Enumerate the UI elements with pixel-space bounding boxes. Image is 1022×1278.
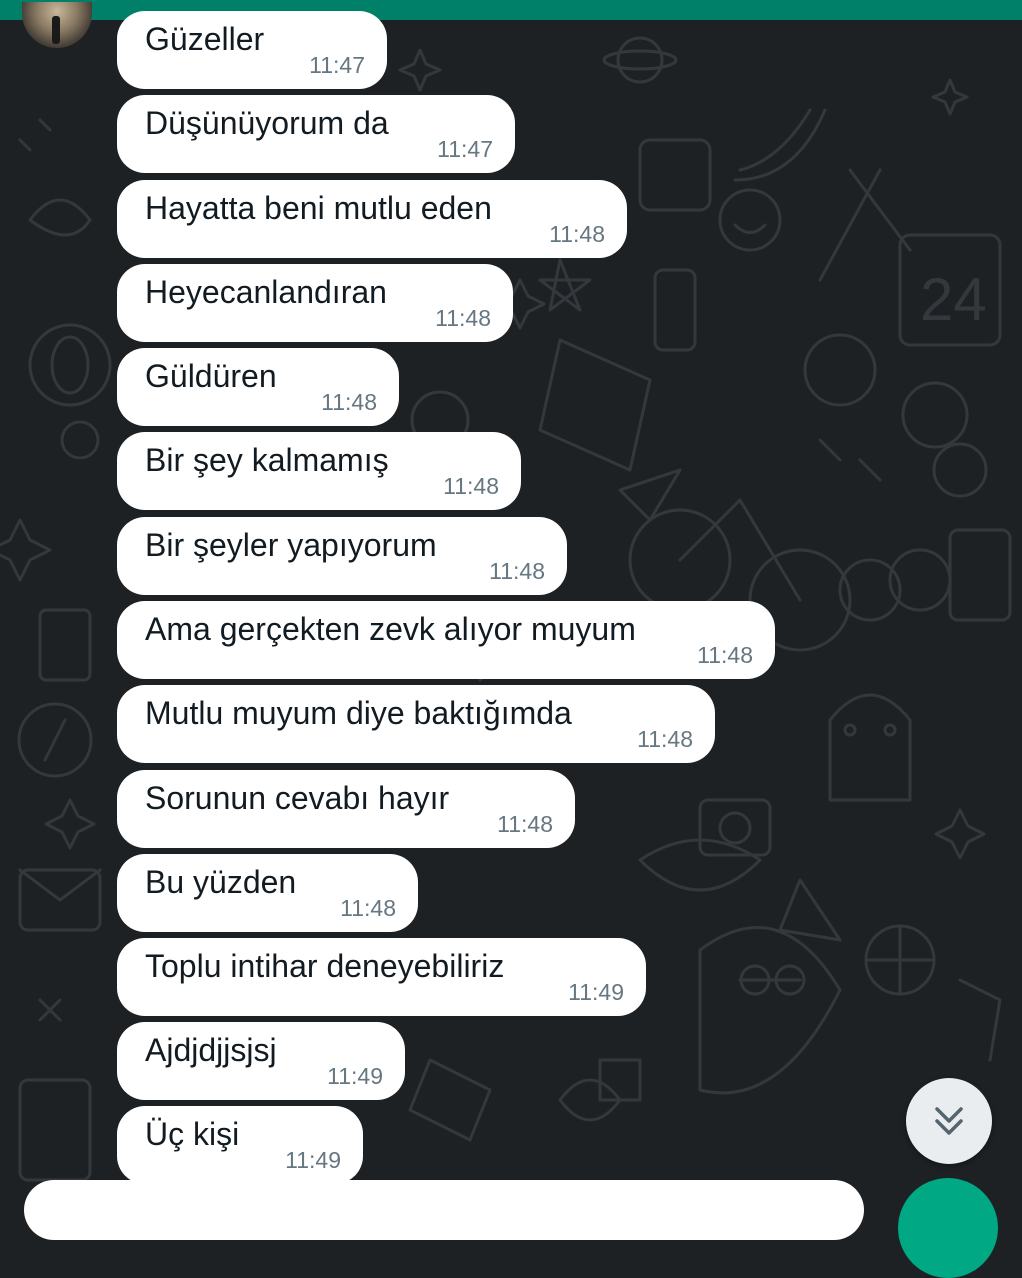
message-input[interactable]	[24, 1180, 864, 1240]
message-bubble[interactable]: Ama gerçekten zevk alıyor muyum 11:48	[117, 601, 775, 679]
message-timestamp: 11:49	[285, 1147, 341, 1173]
message-text: Sorunun cevabı hayır	[145, 780, 450, 816]
send-button[interactable]	[898, 1178, 998, 1278]
message-text: Heyecanlandıran	[145, 274, 387, 310]
message-timestamp: 11:49	[568, 979, 624, 1005]
message-timestamp: 11:48	[340, 895, 396, 921]
message-timestamp: 11:48	[489, 558, 545, 584]
message-bubble[interactable]: Güzeller 11:47	[117, 11, 387, 89]
message-timestamp: 11:48	[435, 305, 491, 331]
message-timestamp: 11:48	[637, 726, 693, 752]
message-text: Bu yüzden	[145, 864, 297, 900]
message-timestamp: 11:48	[549, 221, 605, 247]
message-bubble[interactable]: Ajdjdjjsjsj 11:49	[117, 1022, 405, 1100]
message-text: Güzeller	[145, 21, 265, 57]
message-text: Toplu intihar deneyebiliriz	[145, 948, 505, 984]
message-text: Mutlu muyum diye baktığımda	[145, 695, 572, 731]
message-list: Güzeller 11:47 Düşünüyorum da 11:47 Hayatta …	[0, 0, 1022, 1200]
message-bubble[interactable]: Sorunun cevabı hayır 11:48	[117, 770, 575, 848]
message-timestamp: 11:47	[309, 52, 365, 78]
message-text: Ama gerçekten zevk alıyor muyum	[145, 611, 636, 647]
message-bubble[interactable]: Hayatta beni mutlu eden 11:48	[117, 180, 627, 258]
message-bubble[interactable]: Bu yüzden 11:48	[117, 854, 418, 932]
message-text: Üç kişi	[145, 1116, 240, 1152]
message-timestamp: 11:48	[321, 389, 377, 415]
message-bubble[interactable]: Bir şeyler yapıyorum 11:48	[117, 517, 567, 595]
message-bubble[interactable]: Bir şey kalmamış 11:48	[117, 432, 521, 510]
message-bubble[interactable]: Üç kişi 11:49	[117, 1106, 363, 1184]
scroll-to-bottom-button[interactable]	[906, 1078, 992, 1164]
message-text: Bir şeyler yapıyorum	[145, 527, 437, 563]
message-bubble[interactable]: Heyecanlandıran 11:48	[117, 264, 513, 342]
message-text: Düşünüyorum da	[145, 105, 389, 141]
message-bubble[interactable]: Mutlu muyum diye baktığımda 11:48	[117, 685, 715, 763]
message-bubble[interactable]: Toplu intihar deneyebiliriz 11:49	[117, 938, 646, 1016]
message-text: Ajdjdjjsjsj	[145, 1032, 277, 1068]
message-timestamp: 11:49	[327, 1063, 383, 1089]
message-bubble[interactable]: Güldüren 11:48	[117, 348, 399, 426]
message-bubble[interactable]: Düşünüyorum da 11:47	[117, 95, 515, 173]
message-timestamp: 11:47	[437, 136, 493, 162]
double-chevron-down-icon	[935, 1107, 963, 1135]
message-timestamp: 11:48	[497, 811, 553, 837]
message-text: Bir şey kalmamış	[145, 442, 389, 478]
message-text: Hayatta beni mutlu eden	[145, 190, 492, 226]
message-timestamp: 11:48	[443, 473, 499, 499]
message-text: Güldüren	[145, 358, 277, 394]
message-timestamp: 11:48	[697, 642, 753, 668]
